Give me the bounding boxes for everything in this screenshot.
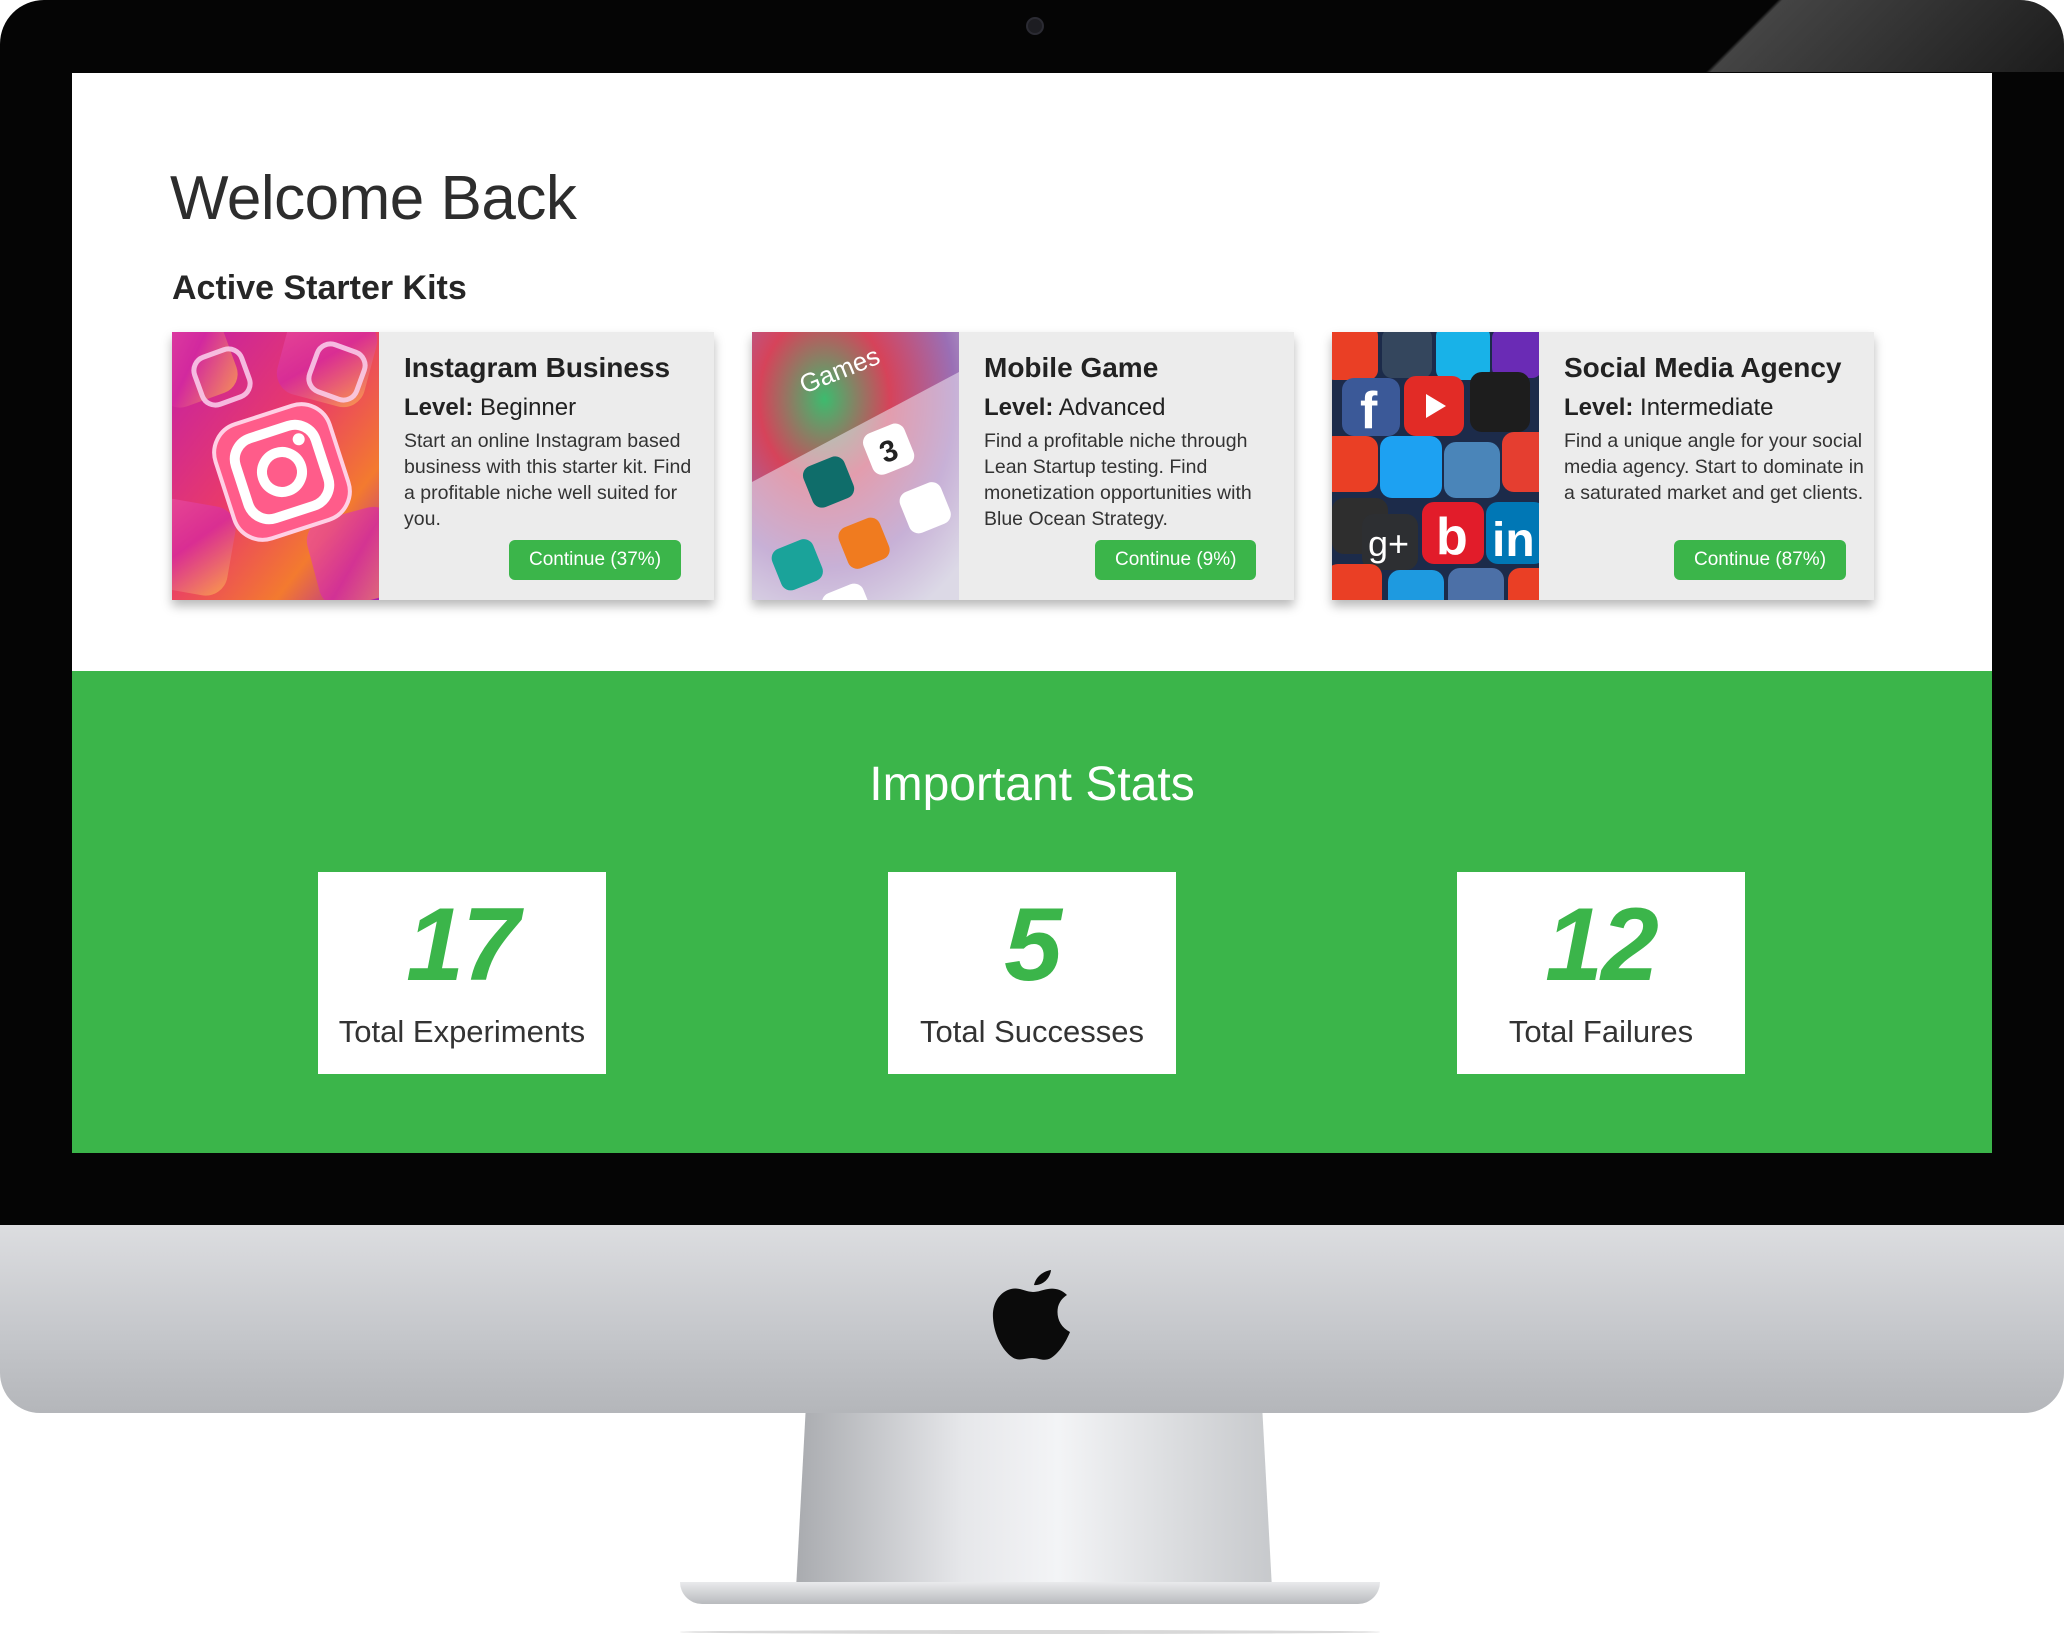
kit-level-label: Level: (984, 394, 1054, 421)
stat-card-successes: 5 Total Successes (888, 872, 1176, 1074)
monitor-stand (796, 1413, 1272, 1589)
stat-label: Total Experiments (338, 1014, 586, 1049)
starter-kit-card-social-media[interactable]: f g+ b in Social Media Agency Level: Int… (1332, 332, 1874, 600)
stat-card-failures: 12 Total Failures (1457, 872, 1745, 1074)
continue-button-social-media[interactable]: Continue (87%) (1674, 540, 1847, 580)
kit-description: Start an online Instagram based business… (404, 430, 692, 530)
continue-button-instagram[interactable]: Continue (37%) (509, 540, 682, 580)
active-kits-heading: Active Starter Kits (172, 269, 467, 307)
kit-level: Level: Beginner (404, 394, 576, 422)
social-media-icons-image: f g+ b in (1332, 332, 1539, 600)
continue-button-mobile-game[interactable]: Continue (9%) (1095, 540, 1257, 580)
important-stats-section: Important Stats 17 Total Experiments 5 T… (72, 671, 1992, 1153)
svg-text:b: b (1436, 508, 1468, 566)
svg-text:g+: g+ (1368, 523, 1409, 564)
instagram-icons-image (172, 332, 379, 600)
kit-level-label: Level: (404, 394, 474, 421)
kit-title: Mobile Game (984, 352, 1159, 383)
stat-label: Total Failures (1508, 1014, 1694, 1049)
kit-level: Level: Intermediate (1564, 394, 1773, 422)
bezel-reflection (1624, 0, 2064, 72)
kit-description: Find a profitable niche through Lean Sta… (984, 430, 1252, 530)
stat-value: 12 (1545, 887, 1659, 1003)
stats-title: Important Stats (869, 758, 1195, 811)
monitor-stand-base (680, 1582, 1380, 1604)
screen: Welcome Back Active Starter Kits Instagr… (72, 73, 1992, 1153)
stat-label: Total Successes (920, 1014, 1144, 1049)
starter-kits-list: Instagram Business Level: Beginner Start… (172, 332, 1892, 600)
starter-kit-card-instagram[interactable]: Instagram Business Level: Beginner Start… (172, 332, 714, 600)
kit-title: Social Media Agency (1564, 352, 1842, 383)
starter-kit-card-mobile-game[interactable]: Games 3 Mobile Game Level: Advanced Find… (752, 332, 1294, 600)
svg-text:in: in (1492, 514, 1535, 567)
stand-shadow (680, 1630, 1380, 1634)
kit-level-value: Advanced (1058, 394, 1166, 421)
kit-title: Instagram Business (404, 352, 671, 383)
kit-level: Level: Advanced (984, 394, 1165, 422)
kit-level-label: Level: (1564, 394, 1634, 421)
stat-value: 5 (1004, 887, 1062, 1003)
kit-level-value: Intermediate (1640, 394, 1774, 421)
apple-logo-icon (992, 1270, 1070, 1360)
camera-icon (1026, 17, 1044, 35)
stat-value: 17 (406, 887, 520, 1003)
stat-card-experiments: 17 Total Experiments (318, 872, 606, 1074)
page-title: Welcome Back (170, 164, 577, 233)
svg-text:f: f (1360, 382, 1378, 440)
kit-level-value: Beginner (480, 394, 577, 421)
kit-description: Find a unique angle for your social medi… (1564, 430, 1864, 504)
games-folder-image: Games 3 (752, 332, 959, 600)
